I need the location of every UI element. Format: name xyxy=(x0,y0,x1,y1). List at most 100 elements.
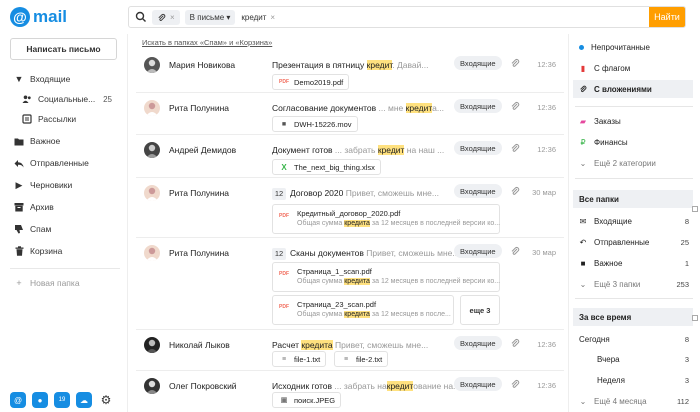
search-in-spam-link[interactable]: Искать в папках «Спам» и «Корзина» xyxy=(142,38,272,47)
message-subject: 12 Сканы документов Привет, сможешь мне..… xyxy=(272,248,460,260)
folder-inbox[interactable]: ▼ Входящие xyxy=(0,70,128,88)
folder-sent[interactable]: Отправленные xyxy=(0,154,128,172)
attachment-chip[interactable]: X The_next_big_thing.xlsx xyxy=(272,159,381,175)
search-query: кредит xyxy=(241,12,267,22)
scope-dropdown[interactable]: В письме ▾ xyxy=(184,9,236,25)
sidebar-divider xyxy=(10,268,120,269)
folder-archive[interactable]: Архив xyxy=(0,198,128,216)
attachment-preview[interactable]: PDF Страница_1_scan.pdf Общая сумма кред… xyxy=(272,262,500,292)
folder-label: Важное xyxy=(30,136,61,146)
filter-unread[interactable]: Непрочитанные xyxy=(569,38,695,56)
sender-name: Николай Лыков xyxy=(169,340,230,350)
search-icon xyxy=(135,11,146,22)
category-orders[interactable]: ▰ Заказы xyxy=(569,112,695,130)
message-time: 12:36 xyxy=(537,340,556,349)
more-attachments-button[interactable]: еще 3 xyxy=(460,295,500,325)
folder-trash[interactable]: Корзина xyxy=(0,242,128,260)
message-time: 12:36 xyxy=(537,60,556,69)
folder-label: Черновики xyxy=(30,180,73,190)
top-bar: @ mail × В письме ▾ кредит × Найти xyxy=(0,0,700,34)
remove-chip-icon[interactable]: × xyxy=(170,13,175,22)
folder-social[interactable]: Социальные... 25 xyxy=(0,90,128,108)
period-week[interactable]: Неделя 3 xyxy=(569,371,695,389)
query-chip[interactable]: кредит × xyxy=(241,13,275,22)
trash-icon xyxy=(14,246,24,256)
thread-count-badge: 12 xyxy=(272,188,286,200)
avatar xyxy=(144,185,160,201)
all-folders-header[interactable]: Все папки xyxy=(573,190,693,208)
new-folder-button[interactable]: + Новая папка xyxy=(0,274,128,292)
all-folders-sent[interactable]: ↶ Отправленные 25 xyxy=(569,233,695,251)
attachment-chip[interactable]: ▣ поиск.JPEG xyxy=(272,392,342,408)
category-finance[interactable]: ₽ Финансы xyxy=(569,133,695,151)
folder-important[interactable]: Важное xyxy=(0,132,128,150)
all-folders-important[interactable]: ■ Важное 1 xyxy=(569,254,695,272)
message-row[interactable]: Мария Новикова Презентация в пятницу кре… xyxy=(136,50,564,93)
message-row[interactable]: Николай Лыков Расчет кредита Привет, смо… xyxy=(136,330,564,371)
compose-button[interactable]: Написать письмо xyxy=(10,38,117,60)
folder-badge[interactable]: Входящие xyxy=(454,56,502,70)
folder-badge[interactable]: Входящие xyxy=(454,377,502,391)
paperclip-icon xyxy=(580,85,587,93)
folder-badge[interactable]: Входящие xyxy=(454,244,502,258)
folder-badge[interactable]: Входящие xyxy=(454,184,502,198)
folder-drafts[interactable]: ▶ Черновики xyxy=(0,176,128,194)
folder-badge[interactable]: Входящие xyxy=(454,99,502,113)
paperclip-icon xyxy=(511,59,520,67)
folder-label: Архив xyxy=(30,202,54,212)
message-subject: 12 Договор 2020 Привет, сможешь мне... xyxy=(272,188,439,200)
logo-text: mail xyxy=(33,7,68,26)
calendar-app-icon[interactable]: 19 xyxy=(54,392,70,408)
sender-name: Андрей Демидов xyxy=(169,145,237,155)
message-row[interactable]: Олег Покровский Исходник готов ... забра… xyxy=(136,371,564,412)
filter-flagged[interactable]: ▮ С флагом xyxy=(569,59,695,77)
left-sidebar: Написать письмо ▼ Входящие Социальные...… xyxy=(0,34,128,412)
folder-newsletters[interactable]: Рассылки xyxy=(0,110,128,128)
mail-app-icon[interactable]: @ xyxy=(10,392,26,408)
message-row[interactable]: Рита Полунина 12 Договор 2020 Привет, смо… xyxy=(136,178,564,238)
message-row[interactable]: Рита Полунина Согласование документов ..… xyxy=(136,93,564,135)
attachment-preview[interactable]: PDF Страница_23_scan.pdf Общая сумма кре… xyxy=(272,295,454,325)
folder-label: Спам xyxy=(30,224,52,234)
folder-badge[interactable]: Входящие xyxy=(454,141,502,155)
message-subject: Документ готов ... забрать кредит на наш… xyxy=(272,145,445,155)
search-bar[interactable]: × В письме ▾ кредит × Найти xyxy=(128,6,686,28)
more-categories[interactable]: ⌄ Ещё 2 категории xyxy=(569,154,695,172)
more-folders[interactable]: ⌄ Ещё 3 папки 253 xyxy=(569,275,695,293)
period-header[interactable]: За все время xyxy=(573,308,693,326)
attachment-filter-chip[interactable]: × xyxy=(152,9,180,25)
text-file-icon: ≡ xyxy=(281,355,287,363)
folder-spam[interactable]: Спам xyxy=(0,220,128,238)
attachment-preview[interactable]: PDF Кредитный_договор_2020.pdf Общая сум… xyxy=(272,204,500,234)
app-launcher-bar: @ ● 19 ☁ ⚙ xyxy=(10,392,114,408)
pdf-icon: PDF xyxy=(279,271,289,277)
attachment-chip[interactable]: ■ DWH-15226.mov xyxy=(272,116,358,132)
mail-logo[interactable]: @ mail xyxy=(10,7,67,27)
reply-icon: ↶ xyxy=(579,237,587,247)
more-periods[interactable]: ⌄ Ещё 4 месяца 112 xyxy=(569,392,695,410)
avatar xyxy=(144,100,160,116)
attachment-chip[interactable]: ≡ file-2.txt xyxy=(334,351,389,367)
cloud-app-icon[interactable]: ☁ xyxy=(76,392,92,408)
unread-dot-icon xyxy=(579,44,584,50)
folder-badge[interactable]: Входящие xyxy=(454,336,502,350)
caret-down-icon: ▼ xyxy=(14,74,24,84)
contacts-app-icon[interactable]: ● xyxy=(32,392,48,408)
cart-icon: ▰ xyxy=(579,116,587,126)
period-yesterday[interactable]: Вчера 3 xyxy=(569,350,695,368)
search-submit-button[interactable]: Найти xyxy=(649,7,685,27)
attachment-chip[interactable]: ≡ file-1.txt xyxy=(272,351,327,367)
all-folders-inbox[interactable]: ✉ Входящие 8 xyxy=(569,212,695,230)
chevron-down-icon: ⌄ xyxy=(579,279,587,289)
message-row[interactable]: Рита Полунина 12 Сканы документов Привет,… xyxy=(136,238,564,330)
gear-icon[interactable]: ⚙ xyxy=(98,392,114,408)
pdf-icon: PDF xyxy=(279,79,289,85)
message-time: 12:36 xyxy=(537,145,556,154)
thread-count-badge: 12 xyxy=(272,248,286,260)
filter-with-attachments[interactable]: С вложениями xyxy=(573,80,693,98)
message-row[interactable]: Андрей Демидов Документ готов ... забрат… xyxy=(136,135,564,178)
attachment-chip[interactable]: PDF Demo2019.pdf xyxy=(272,74,350,90)
clear-query-icon[interactable]: × xyxy=(270,13,275,22)
period-today[interactable]: Сегодня 8 xyxy=(569,330,695,348)
sender-name: Рита Полунина xyxy=(169,103,230,113)
